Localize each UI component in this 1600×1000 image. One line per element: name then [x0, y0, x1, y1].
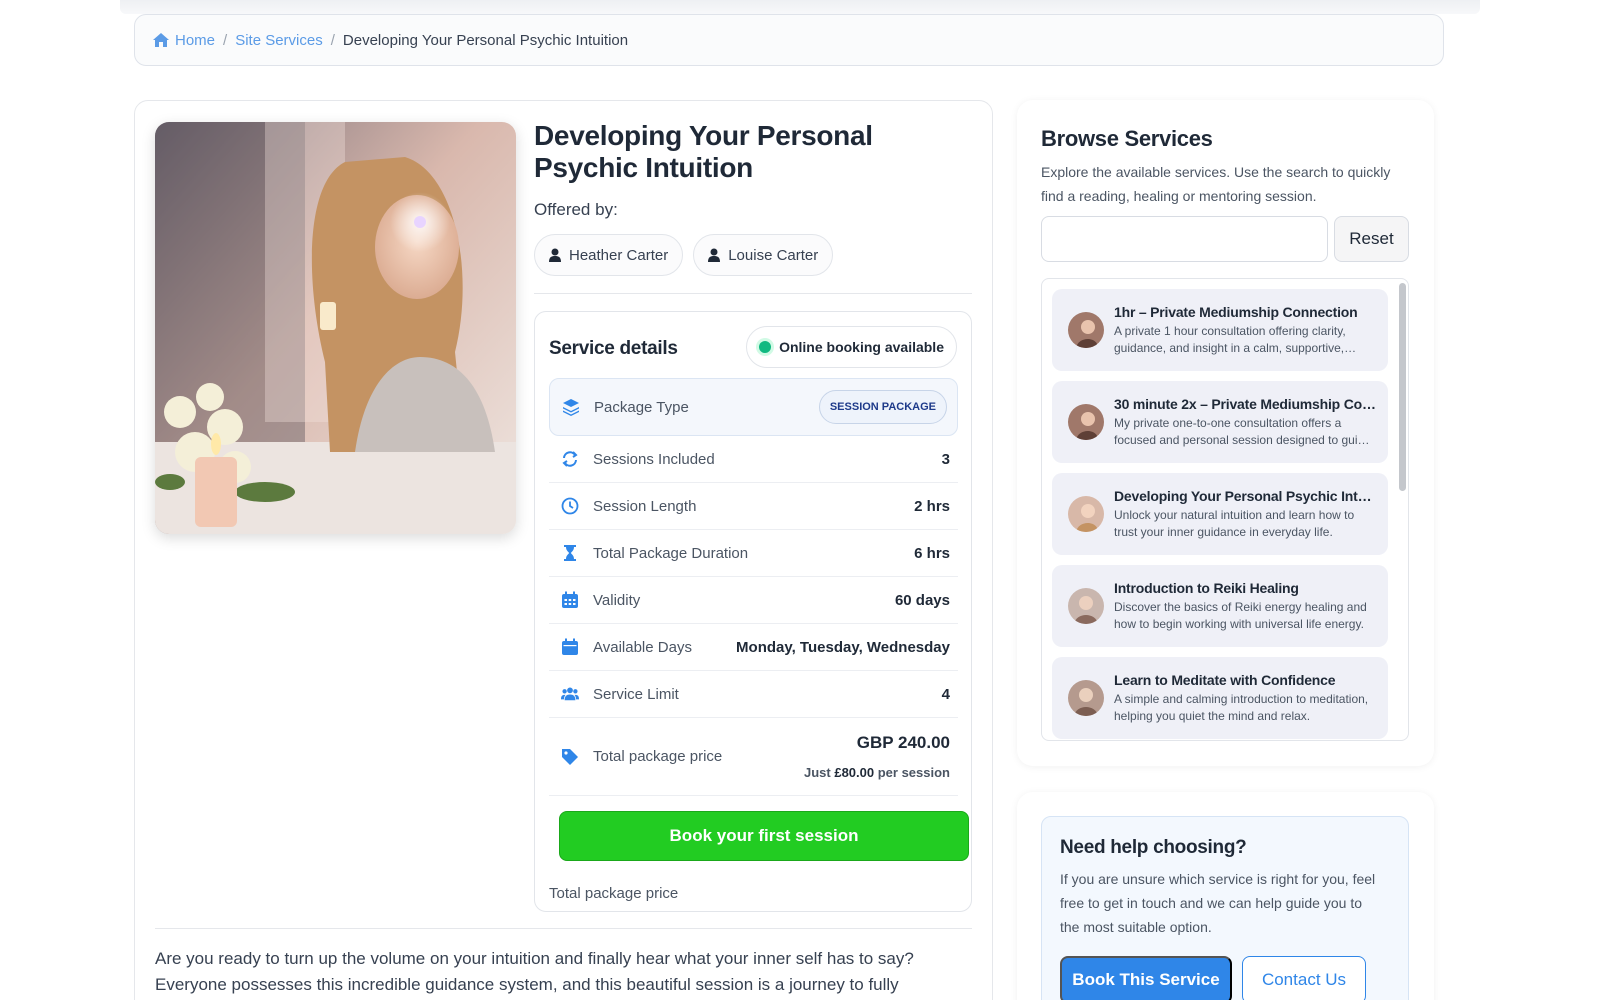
breadcrumb-home-link[interactable]: Home	[175, 32, 215, 49]
status-dot-icon	[759, 341, 772, 353]
breadcrumb-separator: /	[223, 31, 228, 49]
help-title: Need help choosing?	[1060, 837, 1247, 858]
divider	[534, 293, 972, 294]
users-icon	[561, 687, 579, 701]
service-title: Developing Your Personal Psychic Intuiti…	[534, 120, 873, 183]
service-item-description: My private one-to-one consultation offer…	[1114, 415, 1371, 447]
online-booking-label: Online booking available	[779, 339, 944, 355]
per-session-price: Just £80.00 per session	[804, 765, 950, 780]
detail-value: 6 hrs	[914, 544, 950, 562]
service-thumbnail	[1068, 680, 1104, 716]
detail-label: Validity	[593, 591, 641, 609]
detail-label: Service Limit	[593, 685, 679, 703]
service-item-description: Unlock your natural intuition and learn …	[1114, 507, 1355, 539]
per-session-amount: £80.00	[834, 765, 875, 780]
breadcrumb: Home / Site Services / Developing Your P…	[134, 14, 1444, 66]
hourglass-icon	[564, 545, 576, 561]
price-values: GBP 240.00 Just £80.00 per session	[804, 733, 950, 780]
detail-value: 60 days	[894, 591, 950, 609]
service-description: Are you ready to turn up the volume on y…	[155, 949, 914, 994]
details-rows: Sessions Included 3 Session Length 2 hrs…	[549, 436, 958, 796]
service-thumbnail	[1068, 588, 1104, 624]
person-icon	[549, 248, 561, 262]
detail-value: 3	[941, 450, 950, 468]
browse-services-title: Browse Services	[1041, 126, 1213, 151]
offered-by-label: Offered by:	[534, 200, 618, 219]
detail-row-price: Total package price GBP 240.00 Just £80.…	[549, 718, 958, 796]
detail-row-sessions: Sessions Included 3	[549, 436, 958, 483]
service-item-description: A simple and calming introduction to med…	[1114, 691, 1369, 723]
provider-name: Louise Carter	[728, 246, 819, 264]
service-thumbnail	[1068, 312, 1104, 348]
person-icon	[708, 248, 721, 262]
home-icon	[153, 33, 169, 47]
breadcrumb-services-link[interactable]: Site Services	[235, 32, 323, 49]
service-list-item[interactable]: Learn to Meditate with Confidence A simp…	[1052, 657, 1388, 739]
package-type-label: Package Type	[594, 398, 689, 416]
service-item-title: 30 minute 2x – Private Mediumship Connec…	[1114, 395, 1376, 412]
per-session-prefix: Just	[803, 765, 831, 780]
service-list-item[interactable]: 30 minute 2x – Private Mediumship Connec…	[1052, 381, 1388, 463]
detail-label: Sessions Included	[593, 450, 715, 468]
top-band	[120, 0, 1480, 14]
clock-icon	[561, 497, 579, 515]
service-item-title: 1hr – Private Mediumship Connection	[1114, 303, 1358, 320]
list-scrollbar[interactable]	[1399, 283, 1406, 491]
calendar-icon	[562, 638, 578, 655]
detail-value: Monday, Tuesday, Wednesday	[736, 638, 950, 656]
provider-name: Heather Carter	[569, 246, 669, 264]
service-list-item[interactable]: Introduction to Reiki Healing Discover t…	[1052, 565, 1388, 647]
detail-row-session-length: Session Length 2 hrs	[549, 483, 958, 530]
service-hero-image	[155, 122, 516, 534]
online-booking-badge: Online booking available	[746, 326, 957, 368]
tag-icon	[562, 748, 578, 765]
book-first-session-button[interactable]: Book your first session	[559, 811, 969, 861]
provider-list: Heather Carter Louise Carter	[534, 234, 834, 276]
service-list: 1hr – Private Mediumship Connection A pr…	[1041, 278, 1409, 741]
service-item-description: Discover the basics of Reiki energy heal…	[1114, 599, 1367, 631]
detail-label: Available Days	[593, 638, 692, 656]
provider-pill[interactable]: Louise Carter	[693, 234, 834, 276]
service-item-description: A private 1 hour consultation offering c…	[1114, 323, 1346, 355]
detail-row-total-duration: Total Package Duration 6 hrs	[549, 530, 958, 577]
help-card: Need help choosing? If you are unsure wh…	[1017, 792, 1434, 1000]
reset-button[interactable]: Reset	[1334, 216, 1409, 262]
detail-label: Session Length	[593, 497, 697, 515]
divider	[155, 928, 972, 929]
provider-pill[interactable]: Heather Carter	[534, 234, 684, 276]
layers-icon	[563, 399, 579, 416]
repeat-icon	[562, 451, 578, 467]
service-item-title: Introduction to Reiki Healing	[1114, 579, 1299, 596]
detail-label: Total Package Duration	[593, 544, 749, 562]
service-search-input[interactable]	[1041, 216, 1328, 262]
service-list-item[interactable]: Developing Your Personal Psychic Intuiti…	[1052, 473, 1388, 555]
service-item-title: Developing Your Personal Psychic Intuiti…	[1114, 487, 1376, 504]
service-details-title: Service details	[549, 338, 678, 359]
browse-services-description: Explore the available services. Use the …	[1041, 164, 1391, 204]
service-thumbnail	[1068, 496, 1104, 532]
per-session-suffix: per session	[877, 765, 950, 780]
book-this-service-button[interactable]: Book This Service	[1060, 956, 1232, 1000]
detail-value: 4	[941, 685, 950, 703]
total-price: GBP 240.00	[856, 733, 950, 752]
breadcrumb-separator: /	[330, 31, 335, 49]
breadcrumb-current: Developing Your Personal Psychic Intuiti…	[342, 31, 629, 49]
detail-row-service-limit: Service Limit 4	[549, 671, 958, 718]
service-thumbnail	[1068, 404, 1104, 440]
details-footer-note: Total package price	[549, 885, 679, 902]
package-type-row: Package Type SESSION PACKAGE	[549, 378, 958, 436]
service-list-item[interactable]: 1hr – Private Mediumship Connection A pr…	[1052, 289, 1388, 371]
calendar-grid-icon	[562, 591, 578, 608]
price-label: Total package price	[593, 748, 723, 765]
help-description: If you are unsure which service is right…	[1060, 871, 1376, 935]
detail-value: 2 hrs	[914, 497, 950, 515]
detail-row-available-days: Available Days Monday, Tuesday, Wednesda…	[549, 624, 958, 671]
help-panel: Need help choosing? If you are unsure wh…	[1041, 816, 1409, 1000]
contact-us-button[interactable]: Contact Us	[1242, 956, 1366, 1000]
service-details-card: Service details Online booking available…	[534, 311, 972, 912]
detail-row-validity: Validity 60 days	[549, 577, 958, 624]
browse-services-card: Browse Services Explore the available se…	[1017, 100, 1434, 766]
service-item-title: Learn to Meditate with Confidence	[1114, 671, 1336, 688]
package-type-badge: SESSION PACKAGE	[818, 390, 947, 424]
